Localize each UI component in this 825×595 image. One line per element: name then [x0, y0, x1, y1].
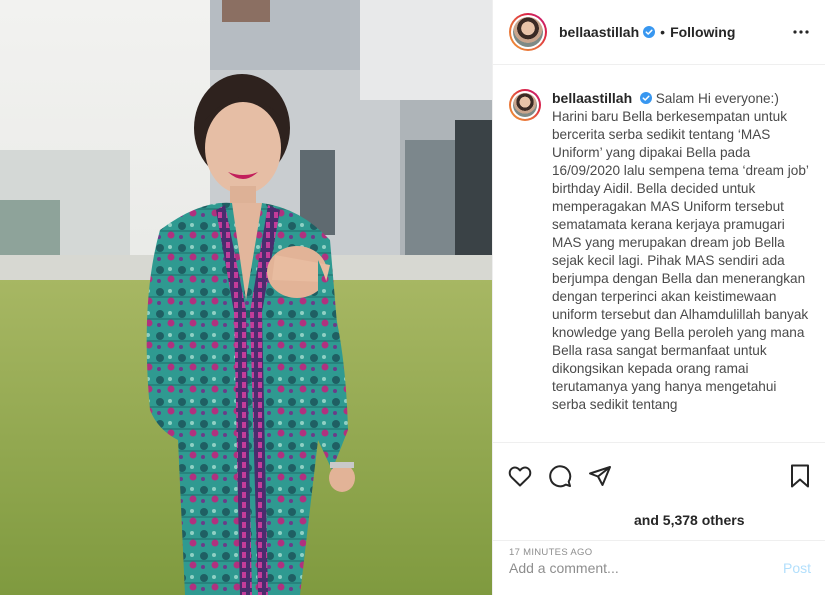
caption: bellaastillah Salam Hi everyone:) Harini… [493, 65, 825, 442]
post-photo[interactable] [0, 0, 492, 595]
header-username[interactable]: bellaastillah [559, 24, 639, 40]
share-icon[interactable] [587, 463, 613, 489]
separator-dot: • [660, 24, 666, 40]
verified-badge-icon [639, 92, 652, 104]
avatar[interactable] [509, 13, 547, 51]
avatar-image [513, 17, 543, 47]
verified-badge-icon [643, 26, 656, 38]
comment-input[interactable] [509, 560, 783, 576]
caption-username[interactable]: bellaastillah [552, 90, 632, 106]
comment-icon[interactable] [547, 463, 573, 489]
post-details-panel: bellaastillah • Following bellaastillah … [492, 0, 825, 595]
avatar-image [513, 93, 537, 117]
caption-body: Salam Hi everyone:) Harini baru Bella be… [552, 91, 809, 412]
post-image [0, 0, 492, 595]
heart-icon[interactable] [507, 463, 533, 489]
action-bar [493, 442, 825, 508]
bookmark-icon[interactable] [787, 463, 813, 489]
likes-count[interactable]: and 5,378 others [493, 508, 825, 532]
caption-avatar[interactable] [509, 89, 541, 121]
following-button[interactable]: Following [670, 24, 735, 40]
comment-form: Post [493, 540, 825, 595]
more-options-icon[interactable] [791, 22, 811, 42]
caption-text: bellaastillah Salam Hi everyone:) Harini… [552, 89, 809, 442]
post-comment-button[interactable]: Post [783, 560, 811, 576]
post-header: bellaastillah • Following [493, 0, 825, 65]
